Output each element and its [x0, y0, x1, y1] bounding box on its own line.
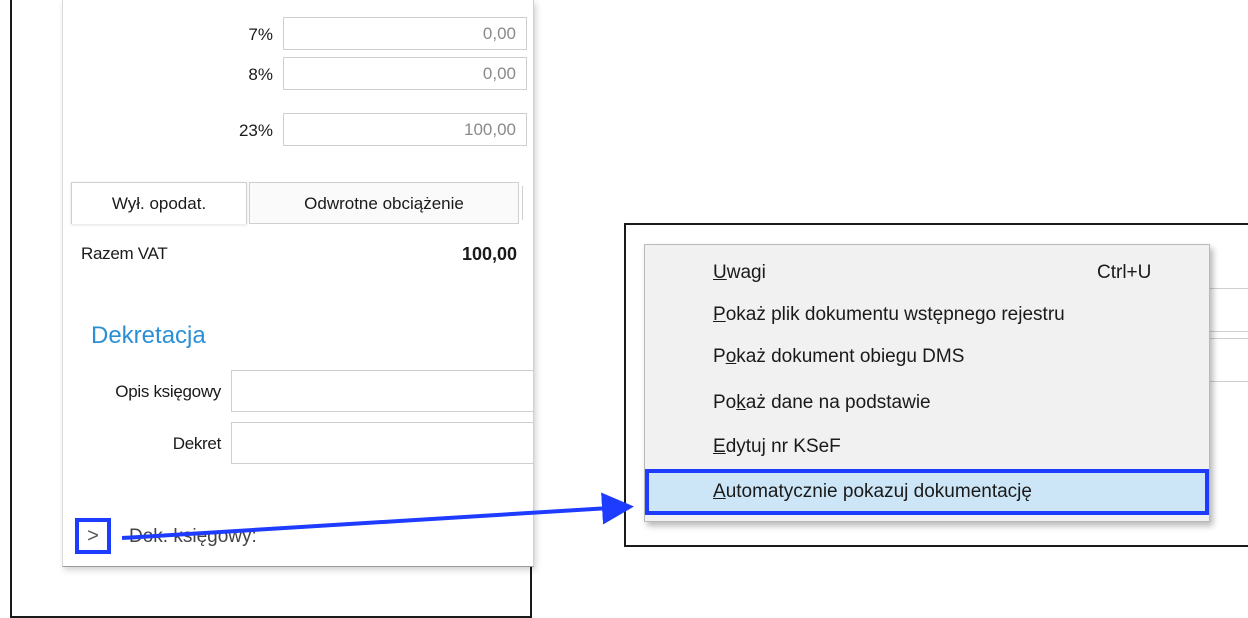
- annotation-arrow: [121, 492, 634, 540]
